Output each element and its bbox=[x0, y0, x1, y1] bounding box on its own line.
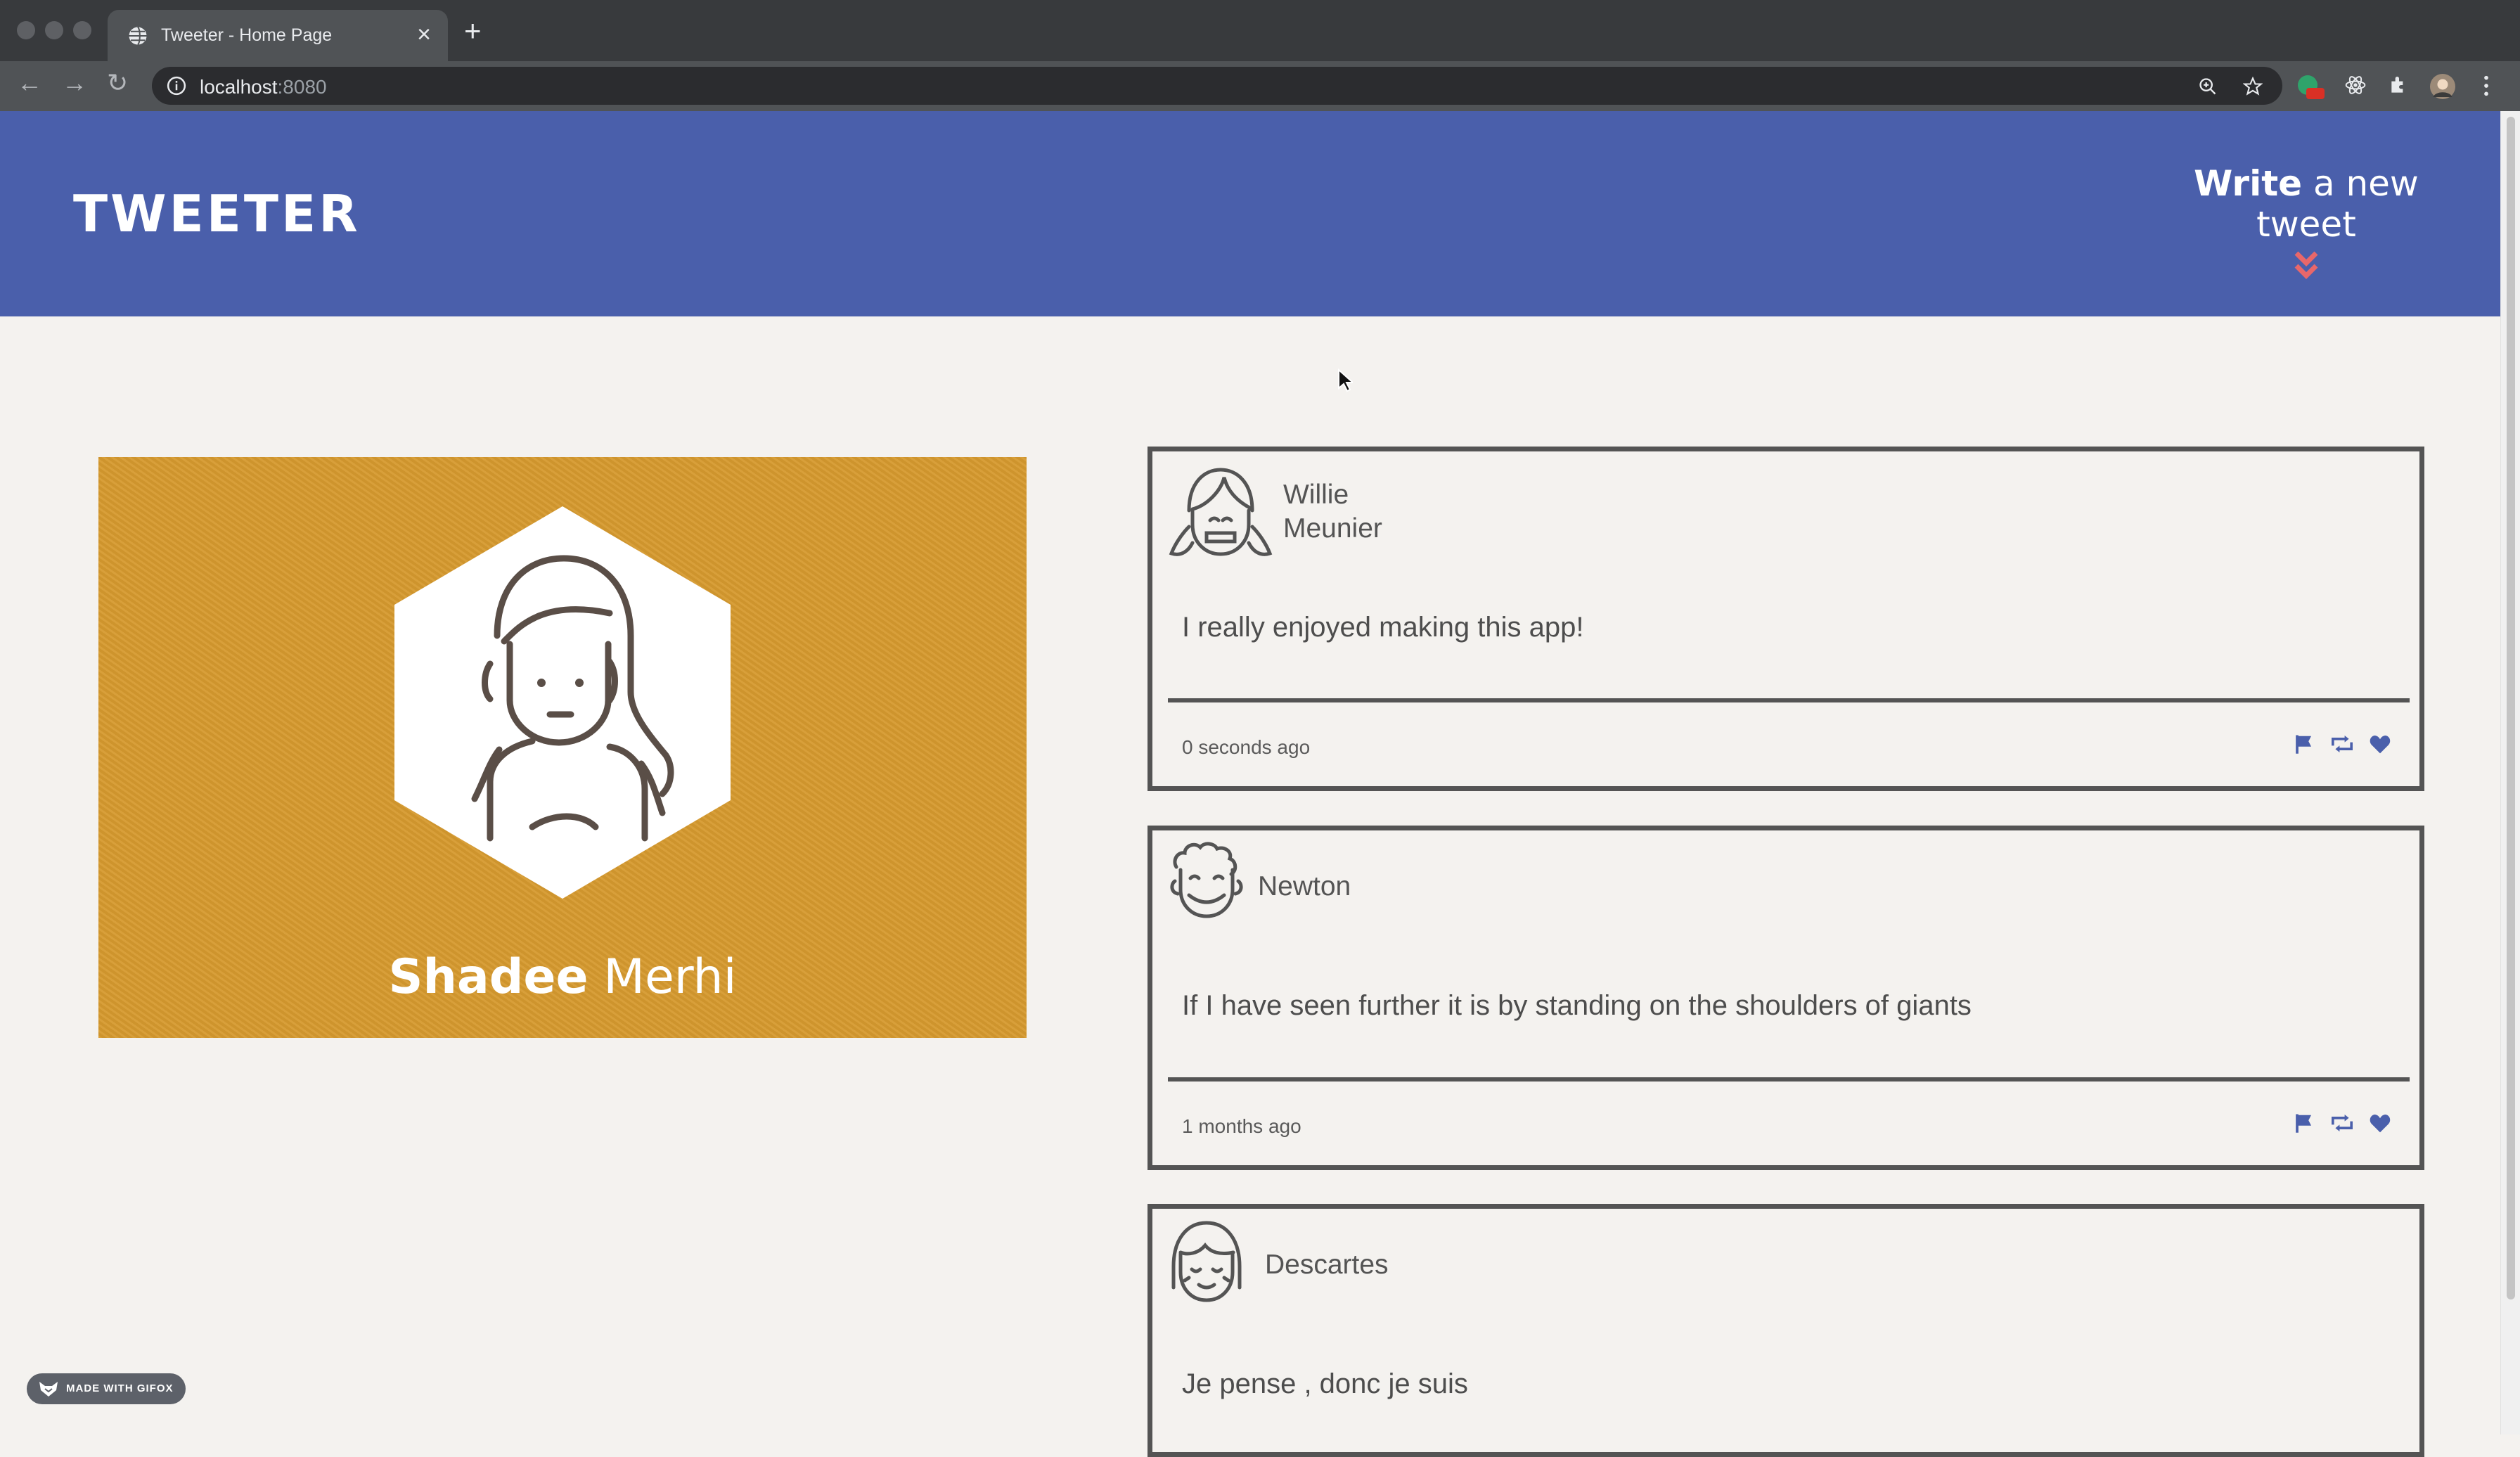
flag-icon[interactable] bbox=[2294, 1112, 2315, 1138]
tweet-author: Newton bbox=[1258, 871, 1351, 901]
extensions-puzzle-icon[interactable] bbox=[2388, 74, 2410, 96]
reload-button[interactable]: ↻ bbox=[107, 68, 128, 98]
retweet-icon[interactable] bbox=[2329, 1112, 2355, 1137]
window-minimize-button[interactable] bbox=[45, 21, 63, 39]
tweet-time: 0 seconds ago bbox=[1182, 736, 1311, 758]
page-viewport: TWEETER Write a new tweet Shadee Merhi W… bbox=[0, 111, 2500, 1457]
address-bar[interactable]: localhost:8080 bbox=[152, 67, 2282, 105]
compose-toggle[interactable]: Write a new tweet bbox=[2159, 163, 2454, 280]
tweet-time: 1 months ago bbox=[1182, 1115, 1301, 1137]
forward-button[interactable]: → bbox=[62, 68, 87, 98]
tweet-card: Descartes Je pense , donc je suis bbox=[1148, 1204, 2424, 1457]
tweet-actions bbox=[2282, 733, 2391, 759]
tab-close-icon[interactable]: × bbox=[417, 21, 431, 49]
tweet-card: Willie Meunier I really enjoyed making t… bbox=[1148, 447, 2424, 791]
fox-icon bbox=[39, 1382, 58, 1397]
globe-icon bbox=[129, 26, 147, 46]
url-host: localhost bbox=[200, 76, 278, 98]
profile-first-name: Shadee bbox=[388, 949, 589, 1005]
gifox-badge[interactable]: MADE WITH GIFOX bbox=[27, 1373, 186, 1404]
browser-tab-strip: Tweeter - Home Page × + bbox=[0, 0, 2520, 61]
site-header: TWEETER Write a new tweet bbox=[0, 111, 2500, 316]
extension-status-icon[interactable] bbox=[2296, 74, 2327, 102]
tweet-text: Je pense , donc je suis bbox=[1182, 1368, 1468, 1399]
browser-tab[interactable]: Tweeter - Home Page × bbox=[108, 10, 448, 61]
window-close-button[interactable] bbox=[17, 21, 35, 39]
double-chevron-down-icon[interactable] bbox=[2293, 250, 2320, 280]
page-scrollbar[interactable] bbox=[2500, 111, 2520, 1434]
profile-last-name: Merhi bbox=[588, 949, 737, 1005]
tweet-actions bbox=[2282, 1112, 2391, 1138]
heart-icon[interactable] bbox=[2369, 1112, 2391, 1137]
mouse-cursor-icon bbox=[1338, 368, 1353, 392]
info-icon[interactable] bbox=[166, 75, 187, 96]
url-text: localhost:8080 bbox=[200, 76, 327, 98]
more-menu-icon[interactable] bbox=[2482, 74, 2490, 98]
back-button[interactable]: ← bbox=[17, 68, 42, 98]
girl-avatar-icon bbox=[1169, 468, 1273, 556]
tweet-author-last: Meunier bbox=[1283, 513, 1382, 544]
url-port: :8080 bbox=[277, 76, 327, 98]
tweet-divider bbox=[1168, 698, 2410, 702]
brand-logo[interactable]: TWEETER bbox=[73, 184, 361, 243]
woman-avatar-icon bbox=[394, 506, 731, 899]
zoom-icon[interactable] bbox=[2198, 77, 2218, 96]
heart-icon[interactable] bbox=[2369, 733, 2391, 758]
tweet-author: Willie Meunier bbox=[1283, 478, 1382, 546]
retweet-icon[interactable] bbox=[2329, 733, 2355, 758]
scrollbar-thumb[interactable] bbox=[2507, 117, 2515, 1299]
tweet-card: Newton If I have seen further it is by s… bbox=[1148, 826, 2424, 1170]
gifox-label: MADE WITH GIFOX bbox=[66, 1382, 174, 1394]
bookmark-star-icon[interactable] bbox=[2243, 77, 2263, 96]
compose-label-bold: Write bbox=[2194, 163, 2303, 204]
compose-label: Write a new tweet bbox=[2159, 163, 2454, 245]
profile-name: Shadee Merhi bbox=[98, 949, 1027, 1005]
flag-icon[interactable] bbox=[2294, 733, 2315, 759]
tweet-author: Descartes bbox=[1265, 1250, 1389, 1280]
tweet-divider bbox=[1168, 1077, 2410, 1081]
profile-avatar-icon[interactable] bbox=[2430, 74, 2455, 99]
tweet-text: If I have seen further it is by standing… bbox=[1182, 990, 1972, 1021]
tweet-author-first: Willie bbox=[1283, 480, 1349, 510]
tab-title: Tweeter - Home Page bbox=[161, 25, 333, 45]
browser-toolbar: ← → ↻ localhost:8080 bbox=[0, 61, 2520, 112]
bangs-avatar-icon bbox=[1171, 1221, 1242, 1302]
react-devtools-icon[interactable] bbox=[2344, 74, 2367, 96]
new-tab-button[interactable]: + bbox=[464, 14, 482, 48]
window-zoom-button[interactable] bbox=[73, 21, 91, 39]
tweet-text: I really enjoyed making this app! bbox=[1182, 612, 1584, 643]
curly-hair-avatar-icon bbox=[1170, 842, 1243, 918]
profile-card: Shadee Merhi bbox=[98, 457, 1027, 1038]
